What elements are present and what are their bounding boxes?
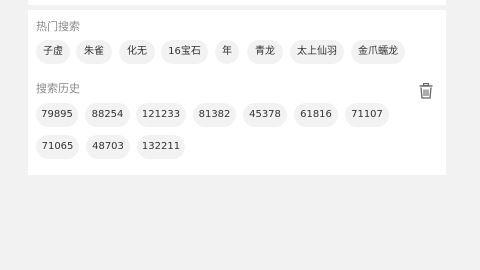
search-suggestions-card: 热门搜索 子虚 朱雀 化无 16宝石 年 青龙 太上仙羽 金爪蠕龙 搜索历史 7… bbox=[28, 10, 446, 175]
history-chip[interactable]: 71107 bbox=[345, 103, 389, 127]
history-chip[interactable]: 61816 bbox=[294, 103, 338, 127]
history-chip[interactable]: 71065 bbox=[36, 135, 79, 159]
hot-search-chip[interactable]: 朱雀 bbox=[76, 40, 112, 64]
search-history-title: 搜索历史 bbox=[36, 82, 80, 95]
hot-search-chip[interactable]: 太上仙羽 bbox=[290, 40, 344, 64]
history-chip[interactable]: 88254 bbox=[85, 103, 130, 127]
history-chip[interactable]: 45378 bbox=[243, 103, 287, 127]
hot-search-chip[interactable]: 金爪蠕龙 bbox=[351, 40, 405, 64]
hot-search-chip[interactable]: 年 bbox=[215, 40, 239, 64]
hot-search-title: 热门搜索 bbox=[36, 20, 80, 33]
top-panel-edge bbox=[28, 0, 446, 5]
trash-icon[interactable] bbox=[419, 83, 433, 99]
hot-search-chip[interactable]: 16宝石 bbox=[161, 40, 208, 64]
hot-search-chip[interactable]: 青龙 bbox=[247, 40, 283, 64]
history-chip[interactable]: 79895 bbox=[36, 103, 78, 127]
history-chip[interactable]: 132211 bbox=[137, 135, 185, 159]
hot-search-chip[interactable]: 化无 bbox=[119, 40, 155, 64]
hot-search-chip[interactable]: 子虚 bbox=[36, 40, 70, 64]
history-chip[interactable]: 121233 bbox=[136, 103, 186, 127]
history-chip[interactable]: 81382 bbox=[193, 103, 236, 127]
history-chip[interactable]: 48703 bbox=[86, 135, 130, 159]
